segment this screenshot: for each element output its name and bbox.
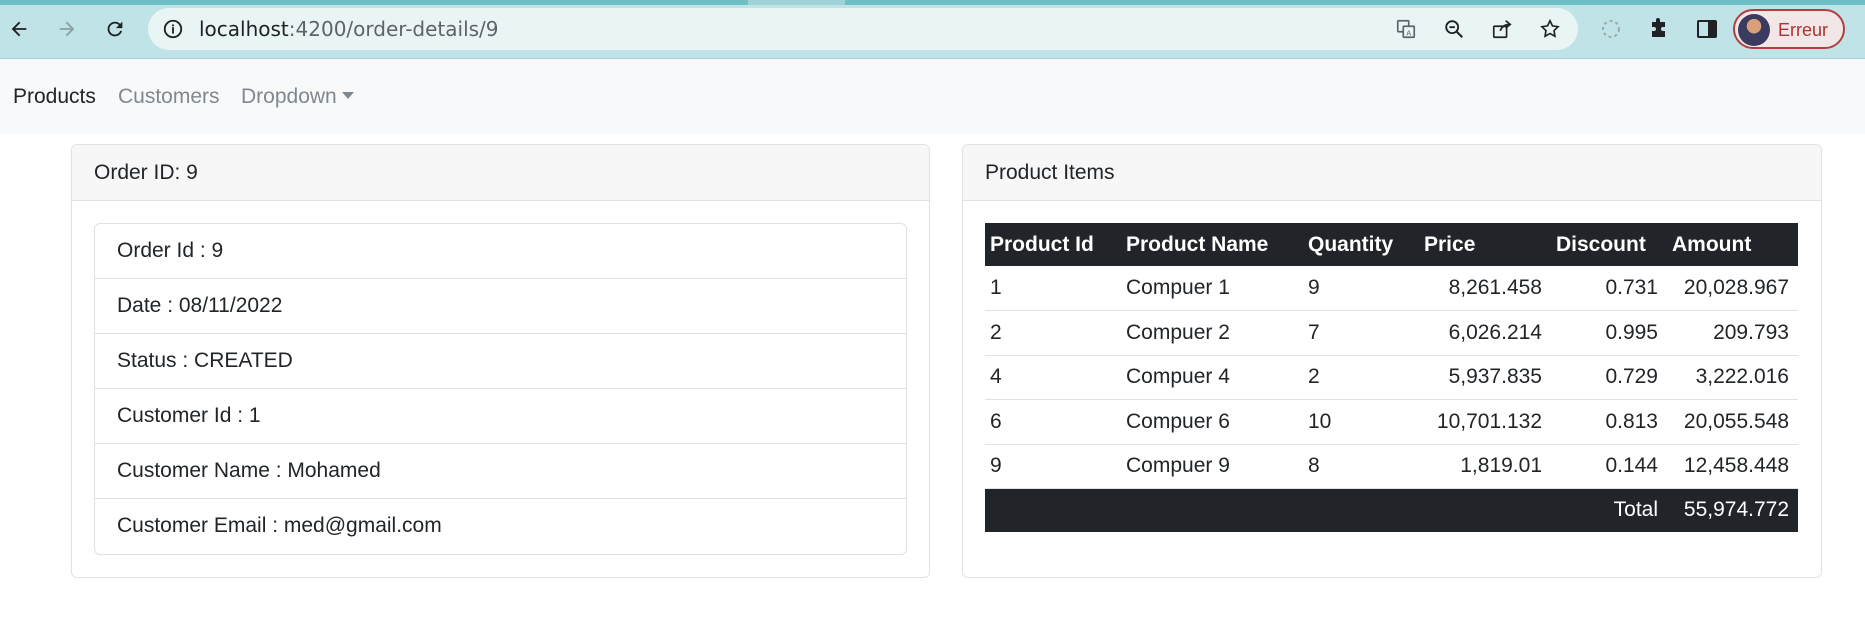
column-header: Discount — [1551, 223, 1667, 266]
zoom-out-icon[interactable] — [1442, 17, 1466, 41]
order-card-header: Order ID: 9 — [72, 145, 929, 201]
column-header: Quantity — [1303, 223, 1419, 266]
address-bar[interactable]: localhost:4200/order-details/9 A — [148, 8, 1578, 50]
table-header-row: Product Id Product Name Quantity Price D… — [985, 223, 1798, 266]
profile-label: Erreur — [1778, 20, 1829, 40]
cell-product-name: Compuer 4 — [1121, 355, 1303, 400]
app-navbar: Products Customers Dropdown — [0, 59, 1865, 134]
loading-bar — [0, 0, 1865, 5]
caret-down-icon — [341, 92, 354, 99]
cell-product-id: 2 — [985, 310, 1121, 356]
list-item: Status : CREATED — [95, 334, 906, 389]
site-info-icon[interactable] — [162, 18, 184, 40]
product-items-table: Product Id Product Name Quantity Price D… — [985, 223, 1798, 532]
cell-discount: 0.995 — [1551, 310, 1667, 356]
cell-amount: 20,028.967 — [1667, 266, 1798, 311]
column-header: Product Id — [985, 223, 1121, 266]
table-total-row: Total 55,974.772 — [985, 488, 1798, 532]
nav-products[interactable]: Products — [13, 85, 96, 109]
url-text[interactable]: localhost:4200/order-details/9 — [199, 17, 499, 41]
side-panel-icon[interactable] — [1693, 15, 1721, 43]
extensions-puzzle-icon[interactable] — [1645, 15, 1673, 43]
cell-product-name: Compuer 1 — [1121, 266, 1303, 311]
reload-button[interactable] — [98, 12, 132, 46]
table-row: 6 Compuer 6 10 10,701.132 0.813 20,055.5… — [985, 399, 1798, 445]
column-header: Product Name — [1121, 223, 1303, 266]
extension-spinner-icon[interactable] — [1597, 15, 1625, 43]
table-row: 1 Compuer 1 9 8,261.458 0.731 20,028.967 — [985, 266, 1798, 311]
table-row: 2 Compuer 2 7 6,026.214 0.995 209.793 — [985, 310, 1798, 356]
table-row: 4 Compuer 4 2 5,937.835 0.729 3,222.016 — [985, 355, 1798, 400]
cell-discount: 0.731 — [1551, 266, 1667, 311]
cell-discount: 0.813 — [1551, 399, 1667, 445]
arrow-right-icon — [59, 21, 75, 37]
total-spacer — [985, 488, 1551, 532]
forward-button[interactable] — [50, 12, 84, 46]
cell-price: 5,937.835 — [1419, 355, 1551, 400]
profile-button[interactable]: Erreur — [1733, 9, 1845, 49]
svg-text:A: A — [1406, 28, 1411, 37]
back-button[interactable] — [2, 12, 36, 46]
nav-customers[interactable]: Customers — [118, 85, 220, 109]
nav-dropdown-label: Dropdown — [241, 85, 337, 108]
avatar — [1738, 14, 1770, 46]
list-item: Customer Name : Mohamed — [95, 444, 906, 499]
order-card: Order ID: 9 Order Id : 9 Date : 08/11/20… — [71, 144, 930, 578]
cell-amount: 3,222.016 — [1667, 355, 1798, 400]
browser-toolbar: localhost:4200/order-details/9 A Erreur — [0, 0, 1865, 59]
product-items-card: Product Items Product Id Product Name Qu… — [962, 144, 1822, 578]
cell-price: 1,819.01 — [1419, 444, 1551, 489]
cell-amount: 12,458.448 — [1667, 444, 1798, 489]
cell-product-name: Compuer 6 — [1121, 399, 1303, 445]
cell-product-id: 6 — [985, 399, 1121, 445]
cell-amount: 20,055.548 — [1667, 399, 1798, 445]
cell-product-id: 1 — [985, 266, 1121, 311]
cell-quantity: 7 — [1303, 310, 1419, 356]
table-row: 9 Compuer 9 8 1,819.01 0.144 12,458.448 — [985, 444, 1798, 489]
cell-price: 8,261.458 — [1419, 266, 1551, 311]
total-label: Total — [1551, 488, 1667, 532]
total-value: 55,974.772 — [1667, 488, 1798, 532]
cell-price: 6,026.214 — [1419, 310, 1551, 356]
cell-quantity: 8 — [1303, 444, 1419, 489]
cell-product-name: Compuer 9 — [1121, 444, 1303, 489]
column-header: Price — [1419, 223, 1551, 266]
bookmark-star-icon[interactable] — [1538, 17, 1562, 41]
order-details-list: Order Id : 9 Date : 08/11/2022 Status : … — [94, 223, 907, 555]
list-item: Customer Email : med@gmail.com — [117, 514, 442, 537]
reload-icon — [107, 21, 123, 37]
column-header: Amount — [1667, 223, 1798, 266]
cell-quantity: 10 — [1303, 399, 1419, 445]
list-item: Order Id : 9 — [95, 224, 906, 279]
cell-discount: 0.144 — [1551, 444, 1667, 489]
list-item: Date : 08/11/2022 — [95, 279, 906, 334]
nav-dropdown[interactable]: Dropdown — [241, 85, 354, 109]
translate-icon[interactable]: A — [1394, 17, 1418, 41]
arrow-left-icon — [11, 21, 27, 37]
cell-quantity: 9 — [1303, 266, 1419, 311]
cell-quantity: 2 — [1303, 355, 1419, 400]
cell-product-id: 4 — [985, 355, 1121, 400]
share-icon[interactable] — [1490, 17, 1514, 41]
product-items-header: Product Items — [963, 145, 1821, 201]
list-item: Customer Id : 1 — [95, 389, 906, 444]
cell-discount: 0.729 — [1551, 355, 1667, 400]
cell-amount: 209.793 — [1667, 310, 1798, 356]
cell-product-name: Compuer 2 — [1121, 310, 1303, 356]
cell-product-id: 9 — [985, 444, 1121, 489]
cell-price: 10,701.132 — [1419, 399, 1551, 445]
